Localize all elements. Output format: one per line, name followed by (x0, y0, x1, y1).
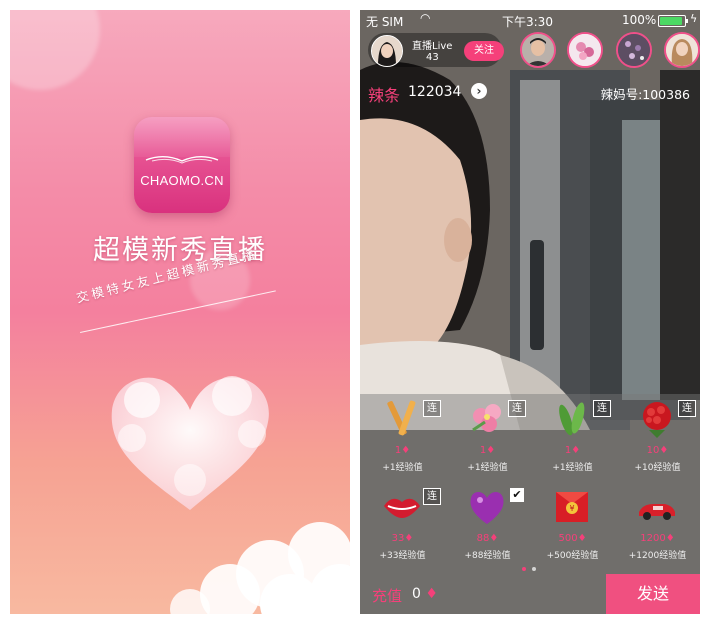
combo-badge: 连 (678, 400, 696, 417)
splash-screen: CHAOMO.CN 超模新秀直播 交模特女友上超模新秀直播 (10, 10, 350, 614)
clock: 下午3:30 (502, 15, 553, 29)
gift-exp: +1经验值 (552, 463, 593, 473)
gift-item[interactable]: 1200♦ +1200经验值 (615, 482, 700, 561)
page-indicator (522, 556, 542, 575)
red-envelope-gift-icon: ¥ (556, 492, 588, 522)
battery-percent: 100% (622, 13, 657, 27)
room-id: 辣妈号:100386 (600, 87, 690, 102)
sports-car-gift-icon (639, 504, 675, 520)
chevron-right-icon[interactable]: › (471, 83, 487, 99)
carrier-label: 无 SIM (366, 15, 404, 29)
viewer-avatar[interactable] (616, 32, 652, 68)
viewer-avatar[interactable] (520, 32, 556, 68)
gift-item[interactable]: 连 1♦ +1经验值 (530, 394, 615, 473)
host-viewer-count: 43 (426, 52, 439, 63)
page-dot[interactable] (522, 567, 526, 571)
flower-gift-icon (472, 404, 501, 432)
gift-exp: +500经验值 (546, 551, 599, 561)
gift-price: 33♦ (391, 533, 414, 544)
recharge-button[interactable]: 充值 (372, 585, 402, 606)
rose-bouquet-gift-icon (643, 402, 671, 438)
gift-item[interactable]: 连 10♦ +10经验值 (615, 394, 700, 473)
gift-price: 1200♦ (640, 533, 675, 544)
chopsticks-gift-icon (387, 400, 416, 436)
host-avatar[interactable] (371, 35, 403, 67)
gift-item[interactable]: ¥ 500♦ +500经验值 (530, 482, 615, 561)
app-logo-icon: CHAOMO.CN (134, 117, 230, 213)
combo-badge: 连 (593, 400, 611, 417)
gift-exp: +1200经验值 (628, 551, 687, 561)
lajiao-count: 122034 (408, 84, 462, 100)
gift-exp: +1经验值 (467, 463, 508, 473)
combo-badge: 连 (508, 400, 526, 417)
light-glow (10, 10, 100, 90)
gift-price: 1♦ (479, 445, 496, 456)
cucumber-gift-icon (559, 402, 585, 436)
lips-gift-icon (384, 498, 420, 518)
balance: 0 ♦ (412, 586, 438, 602)
gift-exp: +88经验值 (464, 551, 511, 561)
clouds-icon (170, 522, 350, 614)
gift-exp: +1经验值 (382, 463, 423, 473)
cloud-heart-icon (111, 376, 269, 510)
svg-text:¥: ¥ (569, 504, 574, 513)
gift-item[interactable]: 连 33♦ +33经验值 (360, 482, 445, 561)
gift-item[interactable]: 连 1♦ +1经验值 (360, 394, 445, 473)
combo-badge: 连 (423, 400, 441, 417)
send-button[interactable]: 发送 (606, 574, 700, 614)
selected-check-icon: ✔ (510, 488, 524, 502)
gift-exp: +33经验值 (379, 551, 426, 561)
gift-price: 1♦ (564, 445, 581, 456)
gift-price: 88♦ (476, 533, 499, 544)
bottom-bar: 充值 0 ♦ 发送 (360, 574, 700, 614)
host-name: 直播Live (412, 41, 453, 52)
gift-price: 10♦ (646, 445, 669, 456)
gift-item[interactable]: 连 1♦ +1经验值 (445, 394, 530, 473)
gift-exp: +10经验值 (634, 463, 681, 473)
wifi-icon: ◠ (420, 11, 431, 25)
gift-price: 500♦ (558, 533, 587, 544)
viewer-avatar[interactable] (664, 32, 700, 68)
charging-icon: ϟ (690, 12, 698, 25)
status-bar: 无 SIM ◠ 下午3:30 100% ϟ (360, 10, 700, 30)
live-room-screen: 无 SIM ◠ 下午3:30 100% ϟ 直播Live 43 关注 辣条 12… (360, 10, 700, 614)
gift-item[interactable]: ✔ 88♦ +88经验值 (445, 482, 530, 561)
follow-button[interactable]: 关注 (464, 41, 504, 61)
heart-gift-icon (470, 492, 504, 524)
page-dot[interactable] (532, 567, 536, 571)
logo-text: CHAOMO.CN (140, 173, 224, 188)
viewer-avatar[interactable] (567, 32, 603, 68)
host-info[interactable]: 直播Live 43 关注 (368, 33, 504, 67)
combo-badge: 连 (423, 488, 441, 505)
gift-price: 1♦ (394, 445, 411, 456)
lajiao-label: 辣条 (368, 86, 401, 105)
battery-icon (658, 15, 688, 27)
